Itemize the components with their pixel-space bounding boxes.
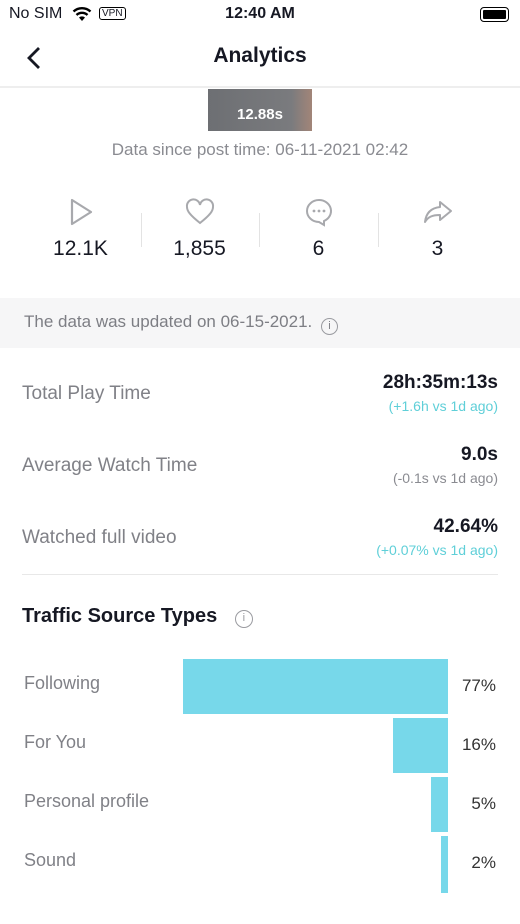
traffic-bar [441, 836, 448, 893]
updated-text: The data was updated on 06-15-2021. [24, 312, 313, 331]
traffic-label: Personal profile [24, 791, 150, 811]
traffic-label: Sound [24, 850, 77, 870]
metric-change: (+1.6h vs 1d ago) [388, 398, 498, 414]
stat-comments: 6 [259, 195, 378, 261]
status-bar: No SIM VPN 12:40 AM [0, 0, 520, 30]
metric-label: Average Watch Time [22, 455, 198, 476]
clock: 12:40 AM [225, 5, 295, 22]
stat-plays: 12.1K [21, 195, 140, 261]
metric-watched-full-video: Watched full video 42.64% (+0.07% vs 1d … [22, 516, 498, 566]
info-icon[interactable]: i [321, 318, 339, 335]
traffic-label: Following [24, 673, 101, 693]
play-icon [70, 198, 92, 226]
traffic-percent: 77% [461, 676, 496, 695]
traffic-bar [430, 777, 448, 832]
metric-value: 42.64% [433, 516, 498, 537]
video-thumbnail[interactable]: 12.88s [208, 89, 312, 131]
likes-count: 1,855 [173, 237, 226, 260]
metric-label: Total Play Time [22, 383, 151, 404]
comment-icon [305, 198, 332, 227]
nav-bar: Analytics [0, 30, 520, 88]
data-since: Data since post time: 06-11-2021 02:42 [111, 140, 409, 159]
metric-change: (+0.07% vs 1d ago) [376, 542, 498, 558]
video-duration: 12.88s [237, 106, 283, 123]
updated-banner: The data was updated on 06-15-2021. i [0, 298, 520, 348]
page-title: Analytics [213, 44, 307, 67]
traffic-percent: 2% [471, 853, 496, 872]
share-icon [423, 201, 452, 223]
traffic-percent: 16% [461, 735, 496, 754]
traffic-bar [392, 718, 448, 773]
traffic-percent: 5% [471, 794, 496, 813]
divider [22, 574, 498, 575]
metric-average-watch-time: Average Watch Time 9.0s (-0.1s vs 1d ago… [22, 444, 498, 494]
battery-icon [480, 7, 509, 22]
metric-value: 28h:35m:13s [382, 372, 498, 393]
metric-change: (-0.1s vs 1d ago) [392, 470, 498, 486]
metric-label: Watched full video [22, 527, 177, 548]
comments-count: 6 [312, 237, 325, 260]
stat-shares: 3 [378, 195, 497, 261]
metric-value: 9.0s [461, 444, 498, 465]
plays-count: 12.1K [53, 237, 108, 260]
section-title: Traffic Source Types [22, 605, 218, 627]
shares-count: 3 [431, 237, 444, 260]
traffic-bar [183, 659, 448, 714]
metric-total-play-time: Total Play Time 28h:35m:13s (+1.6h vs 1d… [22, 372, 498, 422]
info-icon[interactable]: i [234, 610, 253, 628]
traffic-title: Traffic Source Types i [22, 605, 253, 628]
stat-likes: 1,855 [140, 195, 259, 261]
heart-icon [185, 198, 214, 225]
traffic-label: For You [24, 732, 87, 752]
